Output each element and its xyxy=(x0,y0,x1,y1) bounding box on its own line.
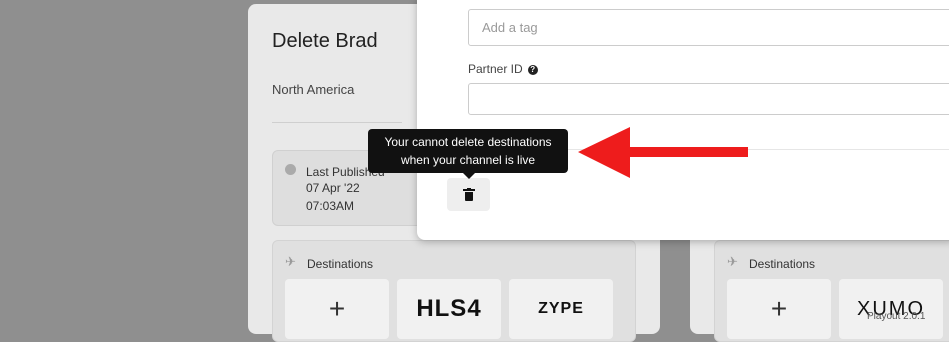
destinations-panel: ✈ Destinations + XUMO xyxy=(714,240,949,342)
tooltip-line-2: when your channel is live xyxy=(400,153,536,167)
delete-disabled-tooltip: Your cannot delete destinations when you… xyxy=(368,129,568,173)
destinations-label: Destinations xyxy=(749,257,816,271)
channel-region: North America xyxy=(272,82,355,97)
clock-icon xyxy=(285,164,296,175)
partner-id-label-text: Partner ID xyxy=(468,62,523,76)
edit-destination-modal: Partner ID? xyxy=(417,0,949,240)
tooltip-line-1: Your cannot delete destinations xyxy=(384,135,552,149)
add-destination-button[interactable]: + xyxy=(285,279,389,339)
destination-logo-zype[interactable]: ZYPE xyxy=(509,279,613,339)
annotation-arrow-shape xyxy=(578,127,748,178)
last-published-date: 07 Apr '22 xyxy=(306,181,360,195)
tag-input[interactable] xyxy=(468,9,949,46)
last-published-time: 07:03AM xyxy=(306,199,355,213)
trash-icon xyxy=(462,187,475,202)
question-circle-icon[interactable]: ? xyxy=(527,65,538,75)
version-label: Playout 2.0.1 xyxy=(867,311,926,322)
partner-id-label: Partner ID? xyxy=(468,62,538,76)
destinations-panel: ✈ Destinations + HLS4 ZYPE xyxy=(272,240,636,342)
plane-icon: ✈ xyxy=(285,254,296,269)
annotation-arrow xyxy=(578,127,748,178)
channel-title: Delete Brad xyxy=(272,30,378,52)
partner-id-input[interactable] xyxy=(468,83,949,115)
plane-icon: ✈ xyxy=(727,254,738,269)
destination-logo-xumo[interactable]: XUMO xyxy=(839,279,943,339)
destinations-label: Destinations xyxy=(307,257,374,271)
add-destination-button[interactable]: + xyxy=(727,279,831,339)
tooltip-arrow xyxy=(463,173,475,179)
delete-destination-button[interactable] xyxy=(447,178,490,211)
destination-logo-hls[interactable]: HLS4 xyxy=(397,279,501,339)
divider xyxy=(272,122,402,123)
